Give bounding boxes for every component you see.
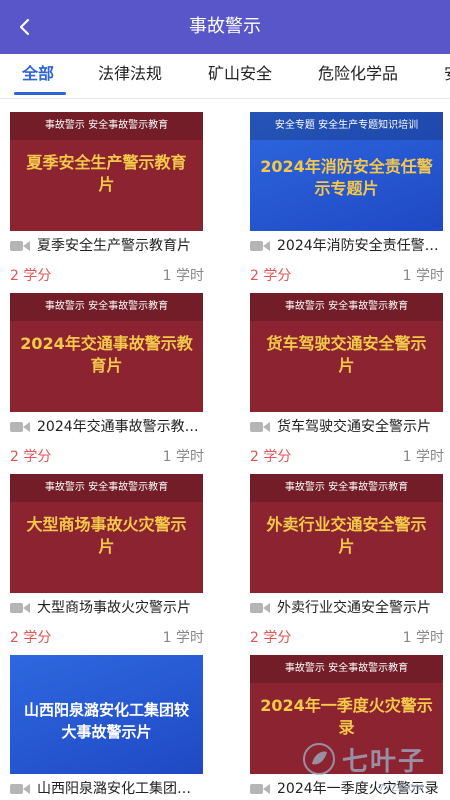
course-card[interactable]: 事故警示 安全事故警示教育 大型商场事故火灾警示片 大型商场事故火灾警示片 2 … (10, 461, 204, 646)
video-icon (10, 784, 30, 794)
thumbnail-banner: 事故警示 安全事故警示教育 (250, 293, 443, 321)
page-title: 事故警示 (189, 16, 261, 37)
thumbnail-title: 货车驾驶交通安全警示片 (266, 334, 427, 375)
video-icon (10, 241, 30, 251)
course-grid: 事故警示 安全事故警示教育 夏季安全生产警示教育片 夏季安全生产警示教育片 2 … (0, 99, 450, 800)
site-watermark: 七叶子 7YZ.COM (302, 736, 442, 794)
watermark-subtext: 7YZ.COM (378, 783, 424, 794)
course-card[interactable]: 事故警示 安全事故警示教育 外卖行业交通安全警示片 外卖行业交通安全警示片 2 … (250, 461, 444, 646)
thumbnail-title: 大型商场事故火灾警示片 (26, 515, 187, 556)
tab-mine-safety[interactable]: 矿山安全 (208, 54, 272, 98)
thumbnail-banner: 事故警示 安全事故警示教育 (10, 474, 203, 502)
course-thumbnail: 安全专题 安全生产专题知识培训 2024年消防安全责任警示专题片 (250, 112, 443, 231)
course-title: 夏季安全生产警示教育片 (37, 238, 191, 254)
course-thumbnail: 事故警示 安全事故警示教育 夏季安全生产警示教育片 (10, 112, 203, 231)
video-icon (10, 422, 30, 432)
thumbnail-title: 2024年交通事故警示教育片 (20, 334, 193, 375)
active-tab-indicator (14, 92, 66, 95)
tab-laws-regulations[interactable]: 法律法规 (98, 54, 162, 98)
thumbnail-banner: 事故警示 安全事故警示教育 (250, 655, 443, 683)
course-title: 大型商场事故火灾警示片 (37, 600, 191, 616)
video-icon (250, 784, 270, 794)
leaf-logo-icon (303, 743, 335, 775)
course-card[interactable]: 安全专题 安全生产专题知识培训 2024年消防安全责任警示专题片 2024年消防… (250, 99, 444, 284)
course-card[interactable]: 山西阳泉潞安化工集团较大事故警示片 山西阳泉潞安化工集团较大事故警示片 (10, 642, 204, 800)
course-title: 2024年交通事故警示教育片 (37, 419, 204, 435)
video-icon (250, 422, 270, 432)
thumbnail-title: 外卖行业交通安全警示片 (266, 515, 427, 556)
thumbnail-title: 2024年消防安全责任警示专题片 (260, 157, 433, 198)
course-title: 山西阳泉潞安化工集团较大事故警示片 (37, 781, 204, 797)
course-card[interactable]: 事故警示 安全事故警示教育 2024年交通事故警示教育片 2024年交通事故警示… (10, 280, 204, 465)
thumbnail-banner: 事故警示 安全事故警示教育 (10, 293, 203, 321)
thumbnail-banner: 事故警示 安全事故警示教育 (10, 112, 203, 140)
tab-more[interactable]: 安 (444, 54, 450, 98)
thumbnail-title: 2024年一季度火灾警示录 (260, 696, 433, 737)
thumbnail-banner: 事故警示 安全事故警示教育 (250, 474, 443, 502)
course-title: 2024年消防安全责任警示专题片 (277, 238, 444, 254)
watermark-text: 七叶子 (342, 746, 427, 777)
course-thumbnail: 事故警示 安全事故警示教育 大型商场事故火灾警示片 (10, 474, 203, 593)
course-thumbnail: 事故警示 安全事故警示教育 货车驾驶交通安全警示片 (250, 293, 443, 412)
thumbnail-title: 山西阳泉潞安化工集团较大事故警示片 (23, 701, 189, 741)
course-title: 外卖行业交通安全警示片 (277, 600, 431, 616)
video-icon (250, 603, 270, 613)
course-thumbnail: 山西阳泉潞安化工集团较大事故警示片 (10, 655, 203, 774)
course-title: 货车驾驶交通安全警示片 (277, 419, 431, 435)
video-icon (10, 603, 30, 613)
video-icon (250, 241, 270, 251)
category-tabs: 全部 法律法规 矿山安全 危险化学品 安 (0, 54, 450, 99)
course-card[interactable]: 事故警示 安全事故警示教育 夏季安全生产警示教育片 夏季安全生产警示教育片 2 … (10, 99, 204, 284)
course-card[interactable]: 事故警示 安全事故警示教育 货车驾驶交通安全警示片 货车驾驶交通安全警示片 2 … (250, 280, 444, 465)
thumbnail-title: 夏季安全生产警示教育片 (26, 153, 187, 194)
tab-hazardous-chemicals[interactable]: 危险化学品 (318, 54, 398, 98)
thumbnail-banner: 安全专题 安全生产专题知识培训 (250, 112, 443, 140)
course-thumbnail: 事故警示 安全事故警示教育 外卖行业交通安全警示片 (250, 474, 443, 593)
top-app-bar: 事故警示 (0, 0, 450, 54)
course-thumbnail: 事故警示 安全事故警示教育 2024年交通事故警示教育片 (10, 293, 203, 412)
